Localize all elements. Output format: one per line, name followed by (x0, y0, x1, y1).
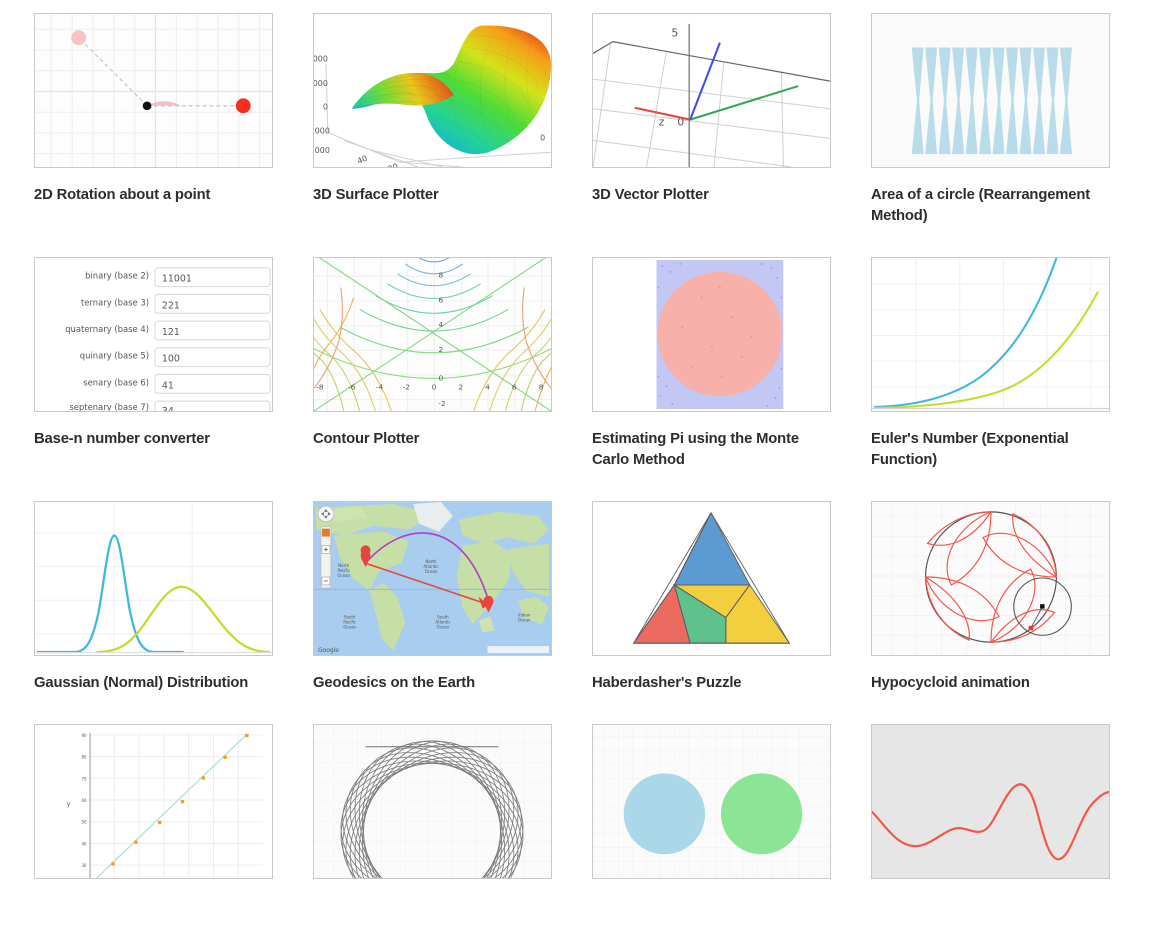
svg-text:binary (base 2): binary (base 2) (85, 271, 149, 281)
svg-text:-2: -2 (438, 399, 445, 408)
svg-text:septenary (base 7): septenary (base 7) (69, 402, 149, 411)
thumbnail-contour[interactable]: -8 -6 -4 -2 0 2 4 6 8 8 6 4 2 0 -2 (313, 257, 552, 412)
gallery-card[interactable]: -8 -6 -4 -2 0 2 4 6 8 8 6 4 2 0 -2 Conto… (313, 257, 552, 471)
svg-text:Google: Google (318, 647, 339, 654)
gallery-card[interactable]: Hypocycloid animation (871, 501, 1110, 694)
gallery-grid: 2D Rotation about a point 2000 (34, 13, 1150, 926)
svg-text:quaternary (base 4): quaternary (base 4) (65, 324, 149, 334)
thumbnail-wave-curve[interactable] (871, 724, 1110, 879)
card-title[interactable]: Base-n number converter (34, 429, 267, 450)
svg-text:2000: 2000 (314, 54, 328, 63)
svg-text:1000: 1000 (314, 79, 328, 88)
card-title[interactable]: Contour Plotter (313, 429, 546, 450)
svg-text:50: 50 (82, 820, 88, 825)
thumbnail-geodesics[interactable]: North Pacific Ocean North Atlantic Ocean Sou… (313, 501, 552, 656)
card-title[interactable]: Estimating Pi using the Monte Carlo Meth… (592, 429, 825, 471)
thumbnail-lissajous[interactable] (313, 724, 552, 879)
svg-text:70: 70 (82, 776, 88, 781)
thumbnail-hypocycloid[interactable] (871, 501, 1110, 656)
gallery-card[interactable] (871, 724, 1110, 896)
svg-text:0: 0 (439, 373, 444, 382)
svg-text:41: 41 (162, 380, 174, 391)
svg-text:221: 221 (162, 300, 180, 311)
gallery-card[interactable]: North Pacific Ocean North Atlantic Ocean Sou… (313, 501, 552, 694)
svg-text:30: 30 (82, 863, 88, 868)
svg-text:Ocean: Ocean (437, 624, 450, 629)
svg-text:-6: -6 (348, 382, 356, 391)
thumbnail-circle-area[interactable] (871, 13, 1110, 168)
svg-text:11001: 11001 (162, 274, 192, 285)
card-title[interactable]: Geodesics on the Earth (313, 673, 546, 694)
thumbnail-gaussian[interactable] (34, 501, 273, 656)
thumbnail-monte-carlo[interactable] (592, 257, 831, 412)
gallery-card[interactable]: Gaussian (Normal) Distribution (34, 501, 273, 694)
thumbnail-eulers-number[interactable] (871, 257, 1110, 412)
visualization-gallery: 2D Rotation about a point 2000 (0, 0, 1150, 926)
card-title[interactable]: Area of a circle (Rearrangement Method) (871, 185, 1104, 227)
svg-text:-8: -8 (316, 382, 324, 391)
svg-text:ternary (base 3): ternary (base 3) (81, 297, 149, 307)
svg-text:2: 2 (439, 345, 444, 354)
gallery-card[interactable]: 5 0 z 3D Vector Plotter (592, 13, 831, 227)
card-title[interactable]: Euler's Number (Exponential Function) (871, 429, 1104, 471)
thumbnail-vector-3d[interactable]: 5 0 z (592, 13, 831, 168)
gallery-card[interactable]: Estimating Pi using the Monte Carlo Meth… (592, 257, 831, 471)
svg-text:Ocean: Ocean (337, 573, 350, 578)
svg-text:6: 6 (439, 295, 444, 304)
svg-text:80: 80 (82, 755, 88, 760)
svg-text:y: y (67, 801, 71, 808)
thumbnail-two-circles[interactable] (592, 724, 831, 879)
svg-text:z: z (659, 116, 665, 129)
svg-text:-2: -2 (403, 382, 410, 391)
svg-text:40: 40 (82, 841, 88, 846)
gallery-card[interactable] (592, 724, 831, 896)
svg-text:60: 60 (82, 798, 88, 803)
svg-text:-1000: -1000 (314, 126, 330, 135)
gallery-card[interactable]: Haberdasher's Puzzle (592, 501, 831, 694)
gallery-card[interactable]: 2D Rotation about a point (34, 13, 273, 227)
thumbnail-rotation-2d[interactable] (34, 13, 273, 168)
svg-text:0: 0 (432, 382, 437, 391)
svg-text:0: 0 (540, 133, 545, 142)
svg-text:senary (base 6): senary (base 6) (83, 377, 149, 387)
svg-text:0: 0 (323, 103, 328, 112)
thumbnail-surface-3d[interactable]: 2000 1000 0 -1000 -2000 40 20 0 (313, 13, 552, 168)
thumbnail-haberdasher[interactable] (592, 501, 831, 656)
gallery-card[interactable]: 2000 1000 0 -1000 -2000 40 20 0 (313, 13, 552, 227)
card-title[interactable]: 2D Rotation about a point (34, 185, 267, 206)
svg-text:4: 4 (485, 382, 490, 391)
card-title[interactable]: 3D Vector Plotter (592, 185, 825, 206)
svg-text:6: 6 (512, 382, 517, 391)
svg-text:8: 8 (439, 271, 444, 280)
svg-text:-2000: -2000 (314, 146, 330, 155)
card-title[interactable]: Haberdasher's Puzzle (592, 673, 825, 694)
svg-text:100: 100 (162, 354, 180, 365)
svg-text:5: 5 (671, 27, 678, 40)
thumbnail-base-n[interactable]: binary (base 2) ternary (base 3) quatern… (34, 257, 273, 412)
svg-text:121: 121 (162, 327, 180, 338)
svg-text:2: 2 (458, 382, 463, 391)
card-title[interactable]: Hypocycloid animation (871, 673, 1104, 694)
svg-text:8: 8 (539, 382, 544, 391)
svg-text:quinary (base 5): quinary (base 5) (80, 351, 149, 361)
svg-text:90: 90 (82, 733, 88, 738)
svg-text:4: 4 (439, 320, 444, 329)
svg-text:Ocean: Ocean (425, 569, 438, 574)
gallery-card[interactable]: Euler's Number (Exponential Function) (871, 257, 1110, 471)
thumbnail-linear-regression[interactable]: 90 80 70 60 50 40 30 y (34, 724, 273, 879)
card-title[interactable]: 3D Surface Plotter (313, 185, 546, 206)
gallery-card[interactable] (313, 724, 552, 896)
svg-text:34: 34 (162, 406, 174, 411)
gallery-card[interactable]: 90 80 70 60 50 40 30 y (34, 724, 273, 896)
svg-text:Ocean: Ocean (518, 617, 531, 622)
svg-text:-4: -4 (376, 382, 384, 391)
card-title[interactable]: Gaussian (Normal) Distribution (34, 673, 267, 694)
gallery-card[interactable]: Area of a circle (Rearrangement Method) (871, 13, 1110, 227)
svg-text:Ocean: Ocean (343, 624, 356, 629)
gallery-card[interactable]: binary (base 2) ternary (base 3) quatern… (34, 257, 273, 471)
